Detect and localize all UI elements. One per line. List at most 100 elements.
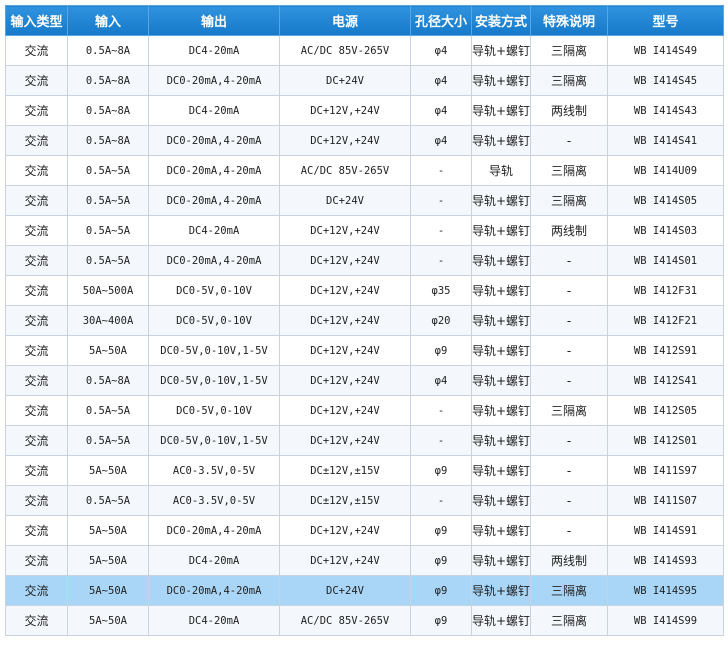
header-power[interactable]: 电源	[279, 5, 411, 36]
cell-output: DC0-20mA,4-20mA	[148, 155, 280, 186]
table-row[interactable]: 交流 0.5A~5A AC0-3.5V,0-5V DC±12V,±15V - 导轨+螺钉 -…	[5, 485, 724, 516]
cell-notes: 三隔离	[530, 65, 608, 96]
cell-output: AC0-3.5V,0-5V	[148, 485, 280, 516]
cell-model: WB I411S07	[607, 485, 724, 516]
cell-notes: -	[530, 515, 608, 546]
cell-aperture: -	[410, 185, 472, 216]
cell-power: AC/DC 85V-265V	[279, 155, 411, 186]
cell-power: DC+12V,+24V	[279, 395, 411, 426]
table-row[interactable]: 交流 5A~50A AC0-3.5V,0-5V DC±12V,±15V φ9 导轨+螺钉 -…	[5, 455, 724, 486]
cell-output: DC0-20mA,4-20mA	[148, 65, 280, 96]
cell-input: 0.5A~5A	[67, 425, 149, 456]
cell-aperture: -	[410, 215, 472, 246]
table-row[interactable]: 交流 0.5A~5A DC0-5V,0-10V,1-5V DC+12V,+24V - 导轨…	[5, 425, 724, 456]
cell-power: DC+12V,+24V	[279, 95, 411, 126]
cell-aperture: -	[410, 245, 472, 276]
cell-output: DC4-20mA	[148, 605, 280, 636]
cell-notes: -	[530, 365, 608, 396]
table-row[interactable]: 交流 5A~50A DC0-20mA,4-20mA DC+24V φ9 导轨+螺钉 三隔离 W…	[5, 575, 724, 606]
table-row[interactable]: 交流 0.5A~5A DC4-20mA DC+12V,+24V - 导轨+螺钉 两线制 WB …	[5, 215, 724, 246]
cell-aperture: φ9	[410, 455, 472, 486]
cell-output: DC4-20mA	[148, 95, 280, 126]
cell-mounting: 导轨+螺钉	[471, 305, 531, 336]
cell-input: 5A~50A	[67, 515, 149, 546]
table-row[interactable]: 交流 5A~50A DC4-20mA DC+12V,+24V φ9 导轨+螺钉 两线制 WB …	[5, 545, 724, 576]
cell-aperture: φ9	[410, 605, 472, 636]
cell-model: WB I412S05	[607, 395, 724, 426]
cell-mounting: 导轨+螺钉	[471, 95, 531, 126]
cell-input: 0.5A~8A	[67, 125, 149, 156]
header-notes[interactable]: 特殊说明	[530, 5, 608, 36]
cell-aperture: φ9	[410, 515, 472, 546]
cell-aperture: φ4	[410, 125, 472, 156]
cell-input-type: 交流	[5, 395, 68, 426]
cell-model: WB I414S45	[607, 65, 724, 96]
header-input[interactable]: 输入	[67, 5, 149, 36]
cell-notes: -	[530, 485, 608, 516]
cell-input: 0.5A~8A	[67, 95, 149, 126]
table-row[interactable]: 交流 5A~50A DC4-20mA AC/DC 85V-265V φ9 导轨+螺钉 三隔离…	[5, 605, 724, 636]
table-row[interactable]: 交流 0.5A~5A DC0-5V,0-10V DC+12V,+24V - 导轨+螺钉 三隔…	[5, 395, 724, 426]
cell-aperture: -	[410, 485, 472, 516]
cell-notes: 两线制	[530, 215, 608, 246]
table-row[interactable]: 交流 0.5A~8A DC4-20mA AC/DC 85V-265V φ4 导轨+螺钉 三隔…	[5, 35, 724, 66]
cell-output: AC0-3.5V,0-5V	[148, 455, 280, 486]
cell-input: 50A~500A	[67, 275, 149, 306]
table-row[interactable]: 交流 5A~50A DC0-20mA,4-20mA DC+12V,+24V φ9 导轨+螺…	[5, 515, 724, 546]
cell-power: DC+12V,+24V	[279, 245, 411, 276]
cell-output: DC0-20mA,4-20mA	[148, 575, 280, 606]
header-input-type[interactable]: 输入类型	[5, 5, 68, 36]
table-row[interactable]: 交流 30A~400A DC0-5V,0-10V DC+12V,+24V φ20 导轨+螺…	[5, 305, 724, 336]
header-model[interactable]: 型号	[607, 5, 724, 36]
cell-notes: 三隔离	[530, 35, 608, 66]
cell-input: 5A~50A	[67, 545, 149, 576]
table-row[interactable]: 交流 0.5A~5A DC0-20mA,4-20mA DC+12V,+24V - 导轨+螺…	[5, 245, 724, 276]
cell-input-type: 交流	[5, 515, 68, 546]
cell-power: DC+24V	[279, 575, 411, 606]
cell-power: DC+12V,+24V	[279, 125, 411, 156]
cell-model: WB I411S97	[607, 455, 724, 486]
cell-model: WB I414S91	[607, 515, 724, 546]
table-row[interactable]: 交流 50A~500A DC0-5V,0-10V DC+12V,+24V φ35 导轨+螺…	[5, 275, 724, 306]
cell-mounting: 导轨+螺钉	[471, 425, 531, 456]
cell-input-type: 交流	[5, 95, 68, 126]
cell-notes: 三隔离	[530, 575, 608, 606]
cell-output: DC0-20mA,4-20mA	[148, 125, 280, 156]
cell-mounting: 导轨+螺钉	[471, 575, 531, 606]
cell-model: WB I414S01	[607, 245, 724, 276]
cell-mounting: 导轨+螺钉	[471, 125, 531, 156]
header-aperture[interactable]: 孔径大小	[410, 5, 472, 36]
table-row[interactable]: 交流 0.5A~8A DC0-20mA,4-20mA DC+12V,+24V φ4 导轨+…	[5, 125, 724, 156]
cell-power: DC+12V,+24V	[279, 275, 411, 306]
cell-aperture: φ9	[410, 335, 472, 366]
table-row[interactable]: 交流 0.5A~5A DC0-20mA,4-20mA DC+24V - 导轨+螺钉 三隔离 W…	[5, 185, 724, 216]
cell-model: WB I414S03	[607, 215, 724, 246]
table-row[interactable]: 交流 0.5A~5A DC0-20mA,4-20mA AC/DC 85V-265V - 导…	[5, 155, 724, 186]
cell-input-type: 交流	[5, 485, 68, 516]
product-table: 输入类型 输入 输出 电源 孔径大小 安装方式 特殊说明 型号 交流 0.5A~8…	[5, 5, 724, 636]
cell-output: DC0-5V,0-10V,1-5V	[148, 365, 280, 396]
header-output[interactable]: 输出	[148, 5, 280, 36]
cell-input: 5A~50A	[67, 605, 149, 636]
table-row[interactable]: 交流 0.5A~8A DC4-20mA DC+12V,+24V φ4 导轨+螺钉 两线制 WB…	[5, 95, 724, 126]
product-table-container: 输入类型 输入 输出 电源 孔径大小 安装方式 特殊说明 型号 交流 0.5A~8…	[5, 5, 724, 636]
table-row[interactable]: 交流 5A~50A DC0-5V,0-10V,1-5V DC+12V,+24V φ9 导轨…	[5, 335, 724, 366]
cell-mounting: 导轨+螺钉	[471, 215, 531, 246]
cell-power: DC+24V	[279, 65, 411, 96]
cell-output: DC0-5V,0-10V	[148, 395, 280, 426]
cell-input: 0.5A~8A	[67, 65, 149, 96]
cell-model: WB I414S43	[607, 95, 724, 126]
table-row[interactable]: 交流 0.5A~8A DC0-20mA,4-20mA DC+24V φ4 导轨+螺钉 三隔离…	[5, 65, 724, 96]
table-row[interactable]: 交流 0.5A~8A DC0-5V,0-10V,1-5V DC+12V,+24V φ4 导…	[5, 365, 724, 396]
cell-input: 0.5A~5A	[67, 215, 149, 246]
header-mounting[interactable]: 安装方式	[471, 5, 531, 36]
cell-output: DC0-20mA,4-20mA	[148, 515, 280, 546]
cell-model: WB I412S91	[607, 335, 724, 366]
cell-input-type: 交流	[5, 65, 68, 96]
cell-input-type: 交流	[5, 365, 68, 396]
cell-aperture: φ4	[410, 365, 472, 396]
cell-mounting: 导轨+螺钉	[471, 395, 531, 426]
cell-mounting: 导轨+螺钉	[471, 245, 531, 276]
cell-power: DC+24V	[279, 185, 411, 216]
cell-model: WB I412F31	[607, 275, 724, 306]
